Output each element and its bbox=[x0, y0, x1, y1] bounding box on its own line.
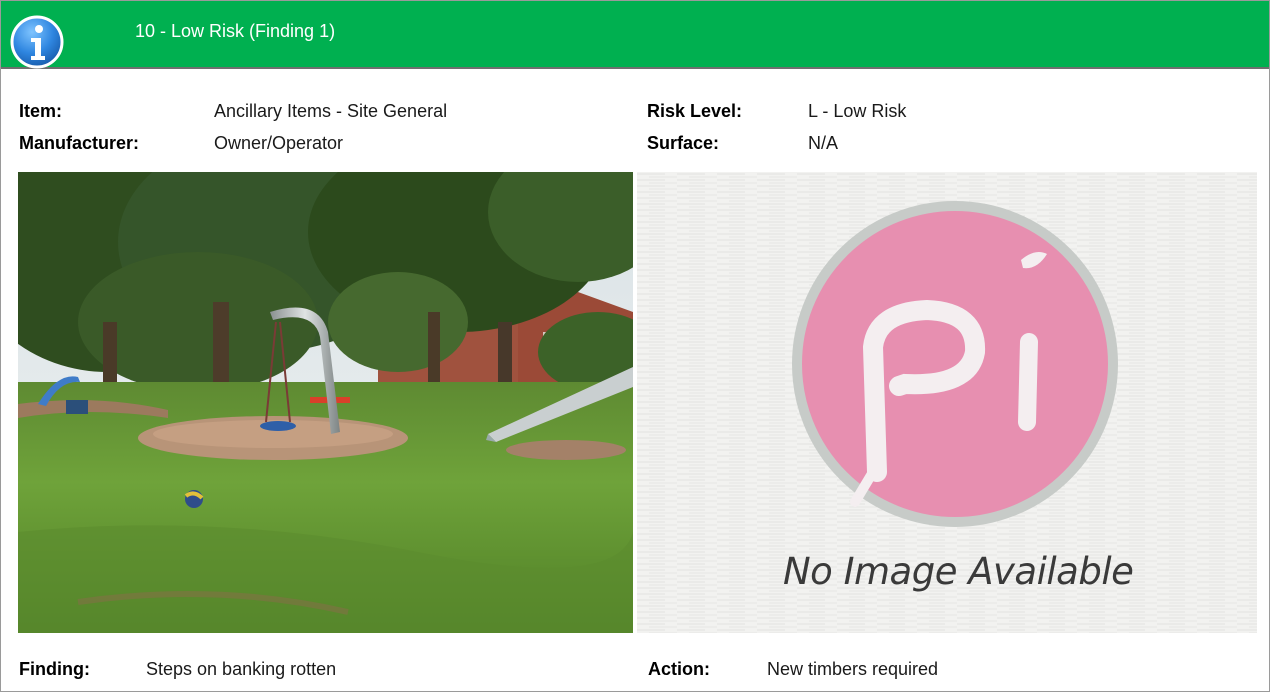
item-label: Item: bbox=[19, 101, 63, 121]
item-value: Ancillary Items - Site General bbox=[214, 101, 448, 121]
risk-level-value: L - Low Risk bbox=[808, 101, 907, 121]
action-value: New timbers required bbox=[767, 659, 939, 679]
manufacturer-label: Manufacturer: bbox=[19, 133, 140, 153]
action-label: Action: bbox=[648, 659, 710, 679]
playground-photo bbox=[18, 172, 633, 633]
surface-label: Surface: bbox=[647, 133, 720, 153]
finding-label: Finding: bbox=[19, 659, 90, 679]
manufacturer-value: Owner/Operator bbox=[214, 133, 344, 153]
finding-header: 10 - Low Risk (Finding 1) bbox=[1, 1, 1269, 69]
surface-value: N/A bbox=[808, 133, 839, 153]
page-title: 10 - Low Risk (Finding 1) bbox=[135, 21, 336, 41]
no-image-caption: No Image Available bbox=[783, 550, 1134, 593]
info-icon bbox=[10, 15, 64, 69]
finding-value: Steps on banking rotten bbox=[146, 659, 337, 679]
risk-level-label: Risk Level: bbox=[647, 101, 743, 121]
